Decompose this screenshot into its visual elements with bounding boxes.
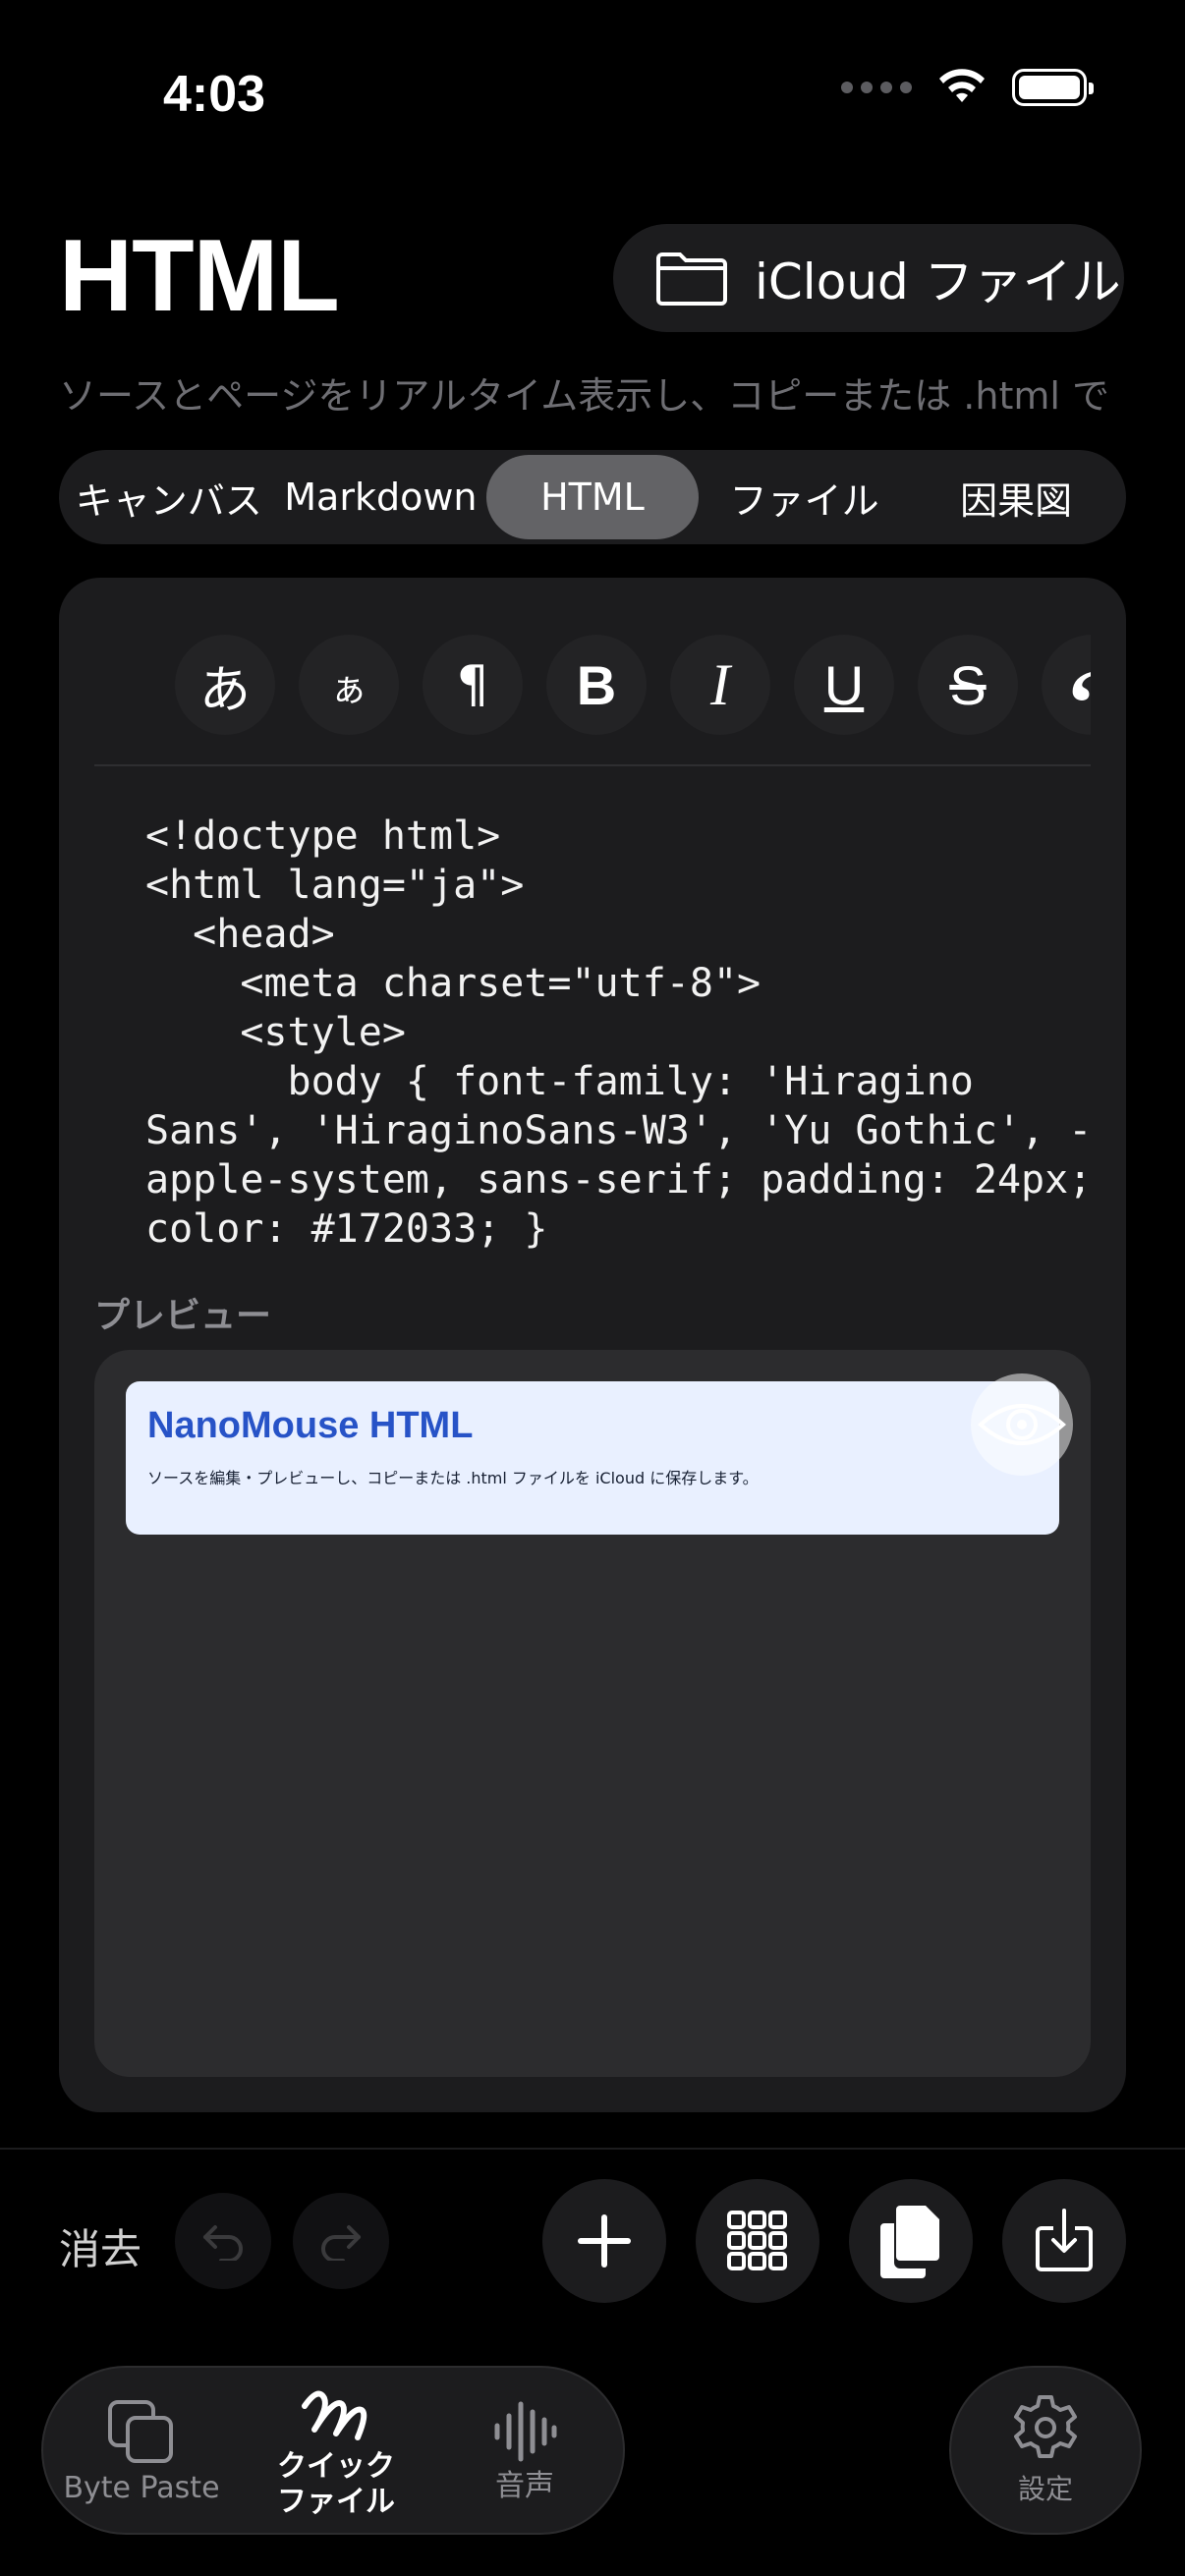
tab-settings[interactable]: 設定 (949, 2366, 1142, 2535)
scribble-icon (302, 2390, 367, 2440)
grid-icon (727, 2211, 787, 2270)
quote-button[interactable]: “ (1042, 635, 1091, 756)
hiragana-button[interactable]: あ (175, 635, 275, 735)
redo-icon (321, 2225, 361, 2261)
tab-bar: Byte Paste クイック ファイル 音声 (41, 2366, 625, 2535)
mode-segmented-control: キャンバス Markdown HTML ファイル 因果図 (59, 450, 1126, 544)
save-download-button[interactable] (1002, 2179, 1126, 2303)
copy-button[interactable] (849, 2179, 973, 2303)
bold-button[interactable]: B (546, 635, 647, 735)
plus-icon (578, 2214, 631, 2268)
underline-button[interactable]: U (794, 635, 894, 735)
tab-label: 音声 (495, 2469, 554, 2503)
italic-button[interactable]: I (670, 635, 770, 735)
eye-icon[interactable] (971, 1373, 1073, 1476)
page-title: HTML (59, 219, 340, 333)
grid-button[interactable] (696, 2179, 819, 2303)
copy-squares-icon (108, 2400, 173, 2463)
preview-page: NanoMouse HTML ソースを編集・プレビューし、コピーまたは .htm… (126, 1381, 1059, 1535)
page-subtitle: ソースとページをリアルタイム表示し、コピーまたは .html で (59, 374, 1109, 418)
undo-icon (203, 2225, 243, 2261)
segment-markdown[interactable]: Markdown (275, 455, 487, 539)
clear-button[interactable]: 消去 (59, 2216, 141, 2276)
preview-heading: NanoMouse HTML (147, 1405, 474, 1446)
status-icons (841, 69, 1094, 106)
strikethrough-button[interactable]: S (918, 635, 1018, 735)
icloud-files-label: iCloud ファイル (755, 253, 1121, 310)
waveform-icon (494, 2401, 557, 2462)
preview-label: プレビュー (94, 1296, 272, 1336)
segment-html[interactable]: HTML (486, 455, 699, 539)
segment-canvas[interactable]: キャンバス (63, 455, 275, 539)
preview-body-text: ソースを編集・プレビューし、コピーまたは .html ファイルを iCloud … (147, 1469, 759, 1487)
download-icon (1036, 2209, 1093, 2271)
icloud-files-button[interactable]: iCloud ファイル (613, 224, 1124, 332)
wifi-icon (939, 69, 985, 102)
add-button[interactable] (542, 2179, 666, 2303)
tab-label: Byte Paste (63, 2471, 220, 2505)
preview-pane: NanoMouse HTML ソースを編集・プレビューし、コピーまたは .htm… (94, 1350, 1091, 2077)
editor-card: あ ぁ ¶ B I U S “ <!doctype html> <html la… (59, 578, 1126, 2112)
status-time: 4:03 (163, 66, 266, 123)
tab-quick-file[interactable]: クイック ファイル (257, 2368, 415, 2537)
folder-icon (656, 252, 727, 306)
tab-audio[interactable]: 音声 (446, 2368, 603, 2537)
format-toolbar[interactable]: あ ぁ ¶ B I U S “ (94, 578, 1091, 766)
actions-divider (0, 2148, 1185, 2150)
gear-icon (1014, 2395, 1077, 2458)
segment-file[interactable]: ファイル (699, 455, 911, 539)
small-hiragana-button[interactable]: ぁ (299, 635, 399, 735)
segment-causal-diagram[interactable]: 因果図 (910, 455, 1122, 539)
cellular-signal-icon (841, 82, 912, 93)
paragraph-button[interactable]: ¶ (423, 635, 523, 735)
tab-byte-paste[interactable]: Byte Paste (57, 2368, 226, 2537)
html-source-editor[interactable]: <!doctype html> <html lang="ja"> <head> … (145, 812, 1108, 1254)
redo-button[interactable] (293, 2193, 389, 2289)
battery-icon (1012, 69, 1094, 106)
copy-icon (880, 2206, 939, 2278)
tab-label: 設定 (1017, 2473, 1073, 2505)
undo-button[interactable] (175, 2193, 271, 2289)
tab-label: クイック ファイル (277, 2449, 395, 2519)
